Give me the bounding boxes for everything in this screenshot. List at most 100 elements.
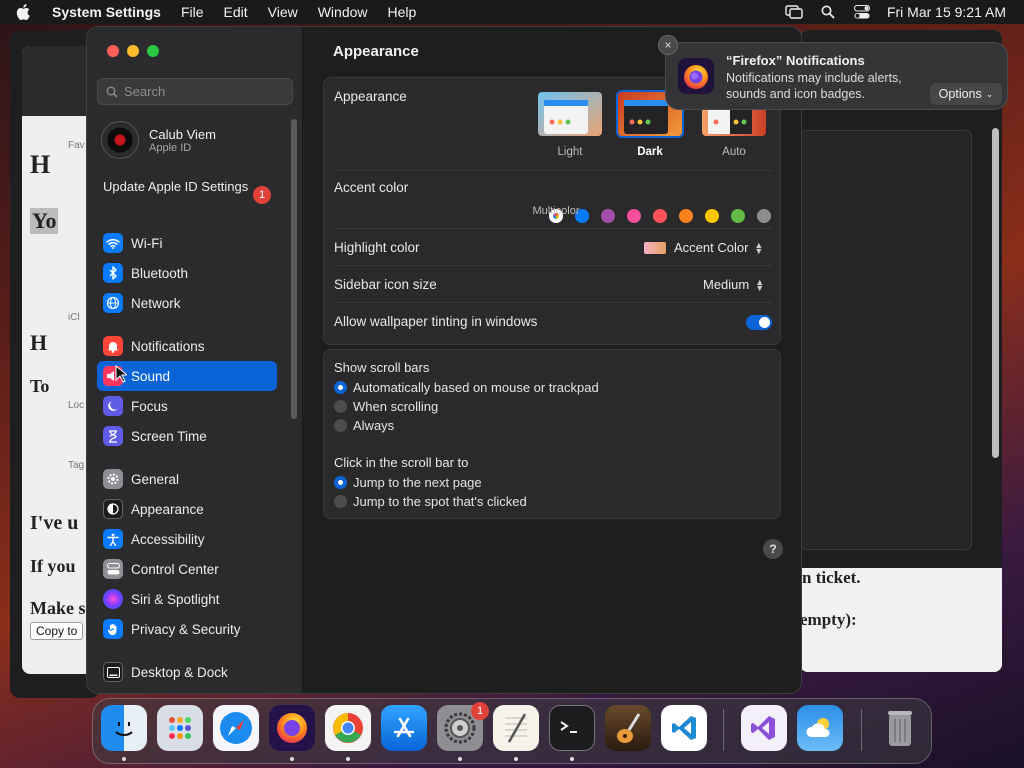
menu-app-name[interactable]: System Settings bbox=[52, 4, 161, 20]
sidebar-icon-size-label: Sidebar icon size bbox=[334, 277, 437, 292]
highlight-color-value: Accent Color bbox=[674, 240, 749, 255]
firefox-notification-banner[interactable]: × “Firefox” Notifications Notifications … bbox=[658, 35, 1008, 110]
menu-window[interactable]: Window bbox=[318, 4, 368, 20]
accent-color-swatch[interactable] bbox=[601, 209, 615, 223]
dock-garageband-icon[interactable] bbox=[605, 705, 651, 751]
apple-menu-icon[interactable] bbox=[16, 4, 38, 20]
wallpaper-tinting-toggle[interactable] bbox=[746, 315, 772, 330]
appearance-group: Appearance Light Dark Auto Accent color … bbox=[323, 77, 781, 345]
sidebar-item-label: Focus bbox=[131, 398, 168, 414]
notification-options-button[interactable]: Options ⌄ bbox=[930, 83, 1002, 105]
sidebar-item-accessibility[interactable]: Accessibility bbox=[97, 524, 277, 554]
bell-icon bbox=[103, 336, 123, 356]
sidebar-item-label: General bbox=[131, 471, 180, 487]
sidebar-icon-size-value: Medium bbox=[703, 277, 750, 292]
sidebar-item-notifications[interactable]: Notifications bbox=[97, 331, 277, 361]
sidebar-item-control-center[interactable]: Control Center bbox=[97, 554, 277, 584]
dock-finder-icon[interactable] bbox=[101, 705, 147, 751]
bg-text: Make s bbox=[30, 598, 86, 618]
sidebar-item-desktop-dock[interactable]: Desktop & Dock bbox=[97, 657, 277, 687]
menu-clock[interactable]: Fri Mar 15 9:21 AM bbox=[887, 4, 1006, 20]
sidebar-item-label: Network bbox=[131, 295, 181, 311]
sidebar-item-bluetooth[interactable]: Bluetooth bbox=[97, 258, 277, 288]
siri-icon bbox=[103, 589, 123, 609]
apple-id-account[interactable]: Calub Viem Apple ID bbox=[101, 121, 216, 159]
help-button[interactable]: ? bbox=[763, 539, 783, 559]
dock-vscode-icon[interactable] bbox=[661, 705, 707, 751]
bluetooth-icon bbox=[103, 263, 123, 283]
dock-firefox-icon[interactable] bbox=[269, 705, 315, 751]
scroll-option-when-scrolling[interactable]: When scrolling bbox=[334, 399, 438, 414]
search-input[interactable]: Search bbox=[97, 78, 293, 105]
dock-weather-icon[interactable] bbox=[797, 705, 843, 751]
running-indicator bbox=[514, 757, 518, 761]
sidebar-item-appearance[interactable]: Appearance bbox=[97, 494, 277, 524]
dock-textedit-icon[interactable] bbox=[493, 705, 539, 751]
chevron-up-down-icon: ▲ ▼ bbox=[754, 239, 764, 256]
accent-color-swatch[interactable] bbox=[679, 209, 693, 223]
dock-visual-studio-icon[interactable] bbox=[741, 705, 787, 751]
bg-text: empty): bbox=[800, 610, 857, 629]
sidebar-scrollbar[interactable] bbox=[291, 119, 297, 419]
search-icon bbox=[106, 86, 118, 98]
highlight-color-popup[interactable]: Accent Color ▲ ▼ bbox=[644, 240, 763, 255]
sidebar-item-label: Appearance bbox=[131, 501, 204, 517]
sidebar-item-network[interactable]: Network bbox=[97, 288, 277, 318]
sidebar-item-focus[interactable]: Focus bbox=[97, 391, 277, 421]
menu-file[interactable]: File bbox=[181, 4, 204, 20]
screen-mirroring-icon[interactable] bbox=[785, 5, 803, 19]
close-notification-button[interactable]: × bbox=[658, 35, 678, 55]
dock-chrome-icon[interactable] bbox=[325, 705, 371, 751]
settings-notification-badge: 1 bbox=[471, 702, 489, 720]
bg-copy-button[interactable]: Copy to bbox=[30, 622, 84, 640]
bg-finder-label: iCl bbox=[68, 312, 80, 323]
menu-edit[interactable]: Edit bbox=[224, 4, 248, 20]
dock-safari-icon[interactable] bbox=[213, 705, 259, 751]
sidebar-item-screen-time[interactable]: Screen Time bbox=[97, 421, 277, 451]
bg-text: H bbox=[30, 150, 51, 179]
scroll-option-auto[interactable]: Automatically based on mouse or trackpad bbox=[334, 380, 599, 395]
accent-color-swatch[interactable] bbox=[653, 209, 667, 223]
sidebar-item-general[interactable]: General bbox=[97, 464, 277, 494]
sidebar-item-wifi[interactable]: Wi-Fi bbox=[97, 228, 277, 258]
click-option-next-page[interactable]: Jump to the next page bbox=[334, 475, 482, 490]
accent-color-swatch[interactable] bbox=[731, 209, 745, 223]
wifi-icon bbox=[103, 233, 123, 253]
update-badge: 1 bbox=[253, 186, 271, 204]
bg-scrollbar[interactable] bbox=[992, 128, 999, 458]
menu-view[interactable]: View bbox=[268, 4, 298, 20]
chevron-up-down-icon: ▲ ▼ bbox=[755, 276, 765, 293]
wallpaper-tinting-label: Allow wallpaper tinting in windows bbox=[334, 314, 538, 329]
dock-launchpad-icon[interactable] bbox=[157, 705, 203, 751]
zoom-window-button[interactable] bbox=[147, 45, 159, 57]
spotlight-search-icon[interactable] bbox=[819, 5, 837, 19]
click-option-spot-clicked[interactable]: Jump to the spot that's clicked bbox=[334, 494, 527, 509]
mode-light-label: Light bbox=[557, 146, 583, 158]
dock-terminal-icon[interactable] bbox=[549, 705, 595, 751]
control-center-icon[interactable] bbox=[853, 5, 871, 19]
menu-bar: System Settings File Edit View Window He… bbox=[0, 0, 1024, 24]
minimize-window-button[interactable] bbox=[127, 45, 139, 57]
menu-help[interactable]: Help bbox=[388, 4, 417, 20]
avatar bbox=[101, 121, 139, 159]
close-window-button[interactable] bbox=[107, 45, 119, 57]
mode-light-thumbnail[interactable] bbox=[536, 90, 604, 138]
sidebar-icon-size-popup[interactable]: Medium ▲ ▼ bbox=[703, 277, 764, 292]
accent-color-swatch[interactable] bbox=[757, 209, 771, 223]
sidebar-item-label: Control Center bbox=[131, 561, 219, 577]
radio-selected bbox=[334, 476, 347, 489]
accent-color-swatch[interactable] bbox=[627, 209, 641, 223]
sidebar-item-label: Screen Time bbox=[131, 428, 207, 444]
show-scroll-bars-title: Show scroll bars bbox=[334, 360, 430, 375]
dock-app-store-icon[interactable] bbox=[381, 705, 427, 751]
dock-trash-icon[interactable] bbox=[877, 705, 923, 751]
scroll-option-always[interactable]: Always bbox=[334, 418, 394, 433]
running-indicator bbox=[458, 757, 462, 761]
accent-color-swatch[interactable] bbox=[705, 209, 719, 223]
sidebar-item-label: Sound bbox=[131, 368, 171, 384]
radio-label: Automatically based on mouse or trackpad bbox=[353, 380, 599, 395]
divider bbox=[334, 265, 772, 266]
sidebar-item-siri-spotlight[interactable]: Siri & Spotlight bbox=[97, 584, 277, 614]
sidebar-item-label: Siri & Spotlight bbox=[131, 591, 220, 607]
sidebar-item-privacy-security[interactable]: Privacy & Security bbox=[97, 614, 277, 644]
